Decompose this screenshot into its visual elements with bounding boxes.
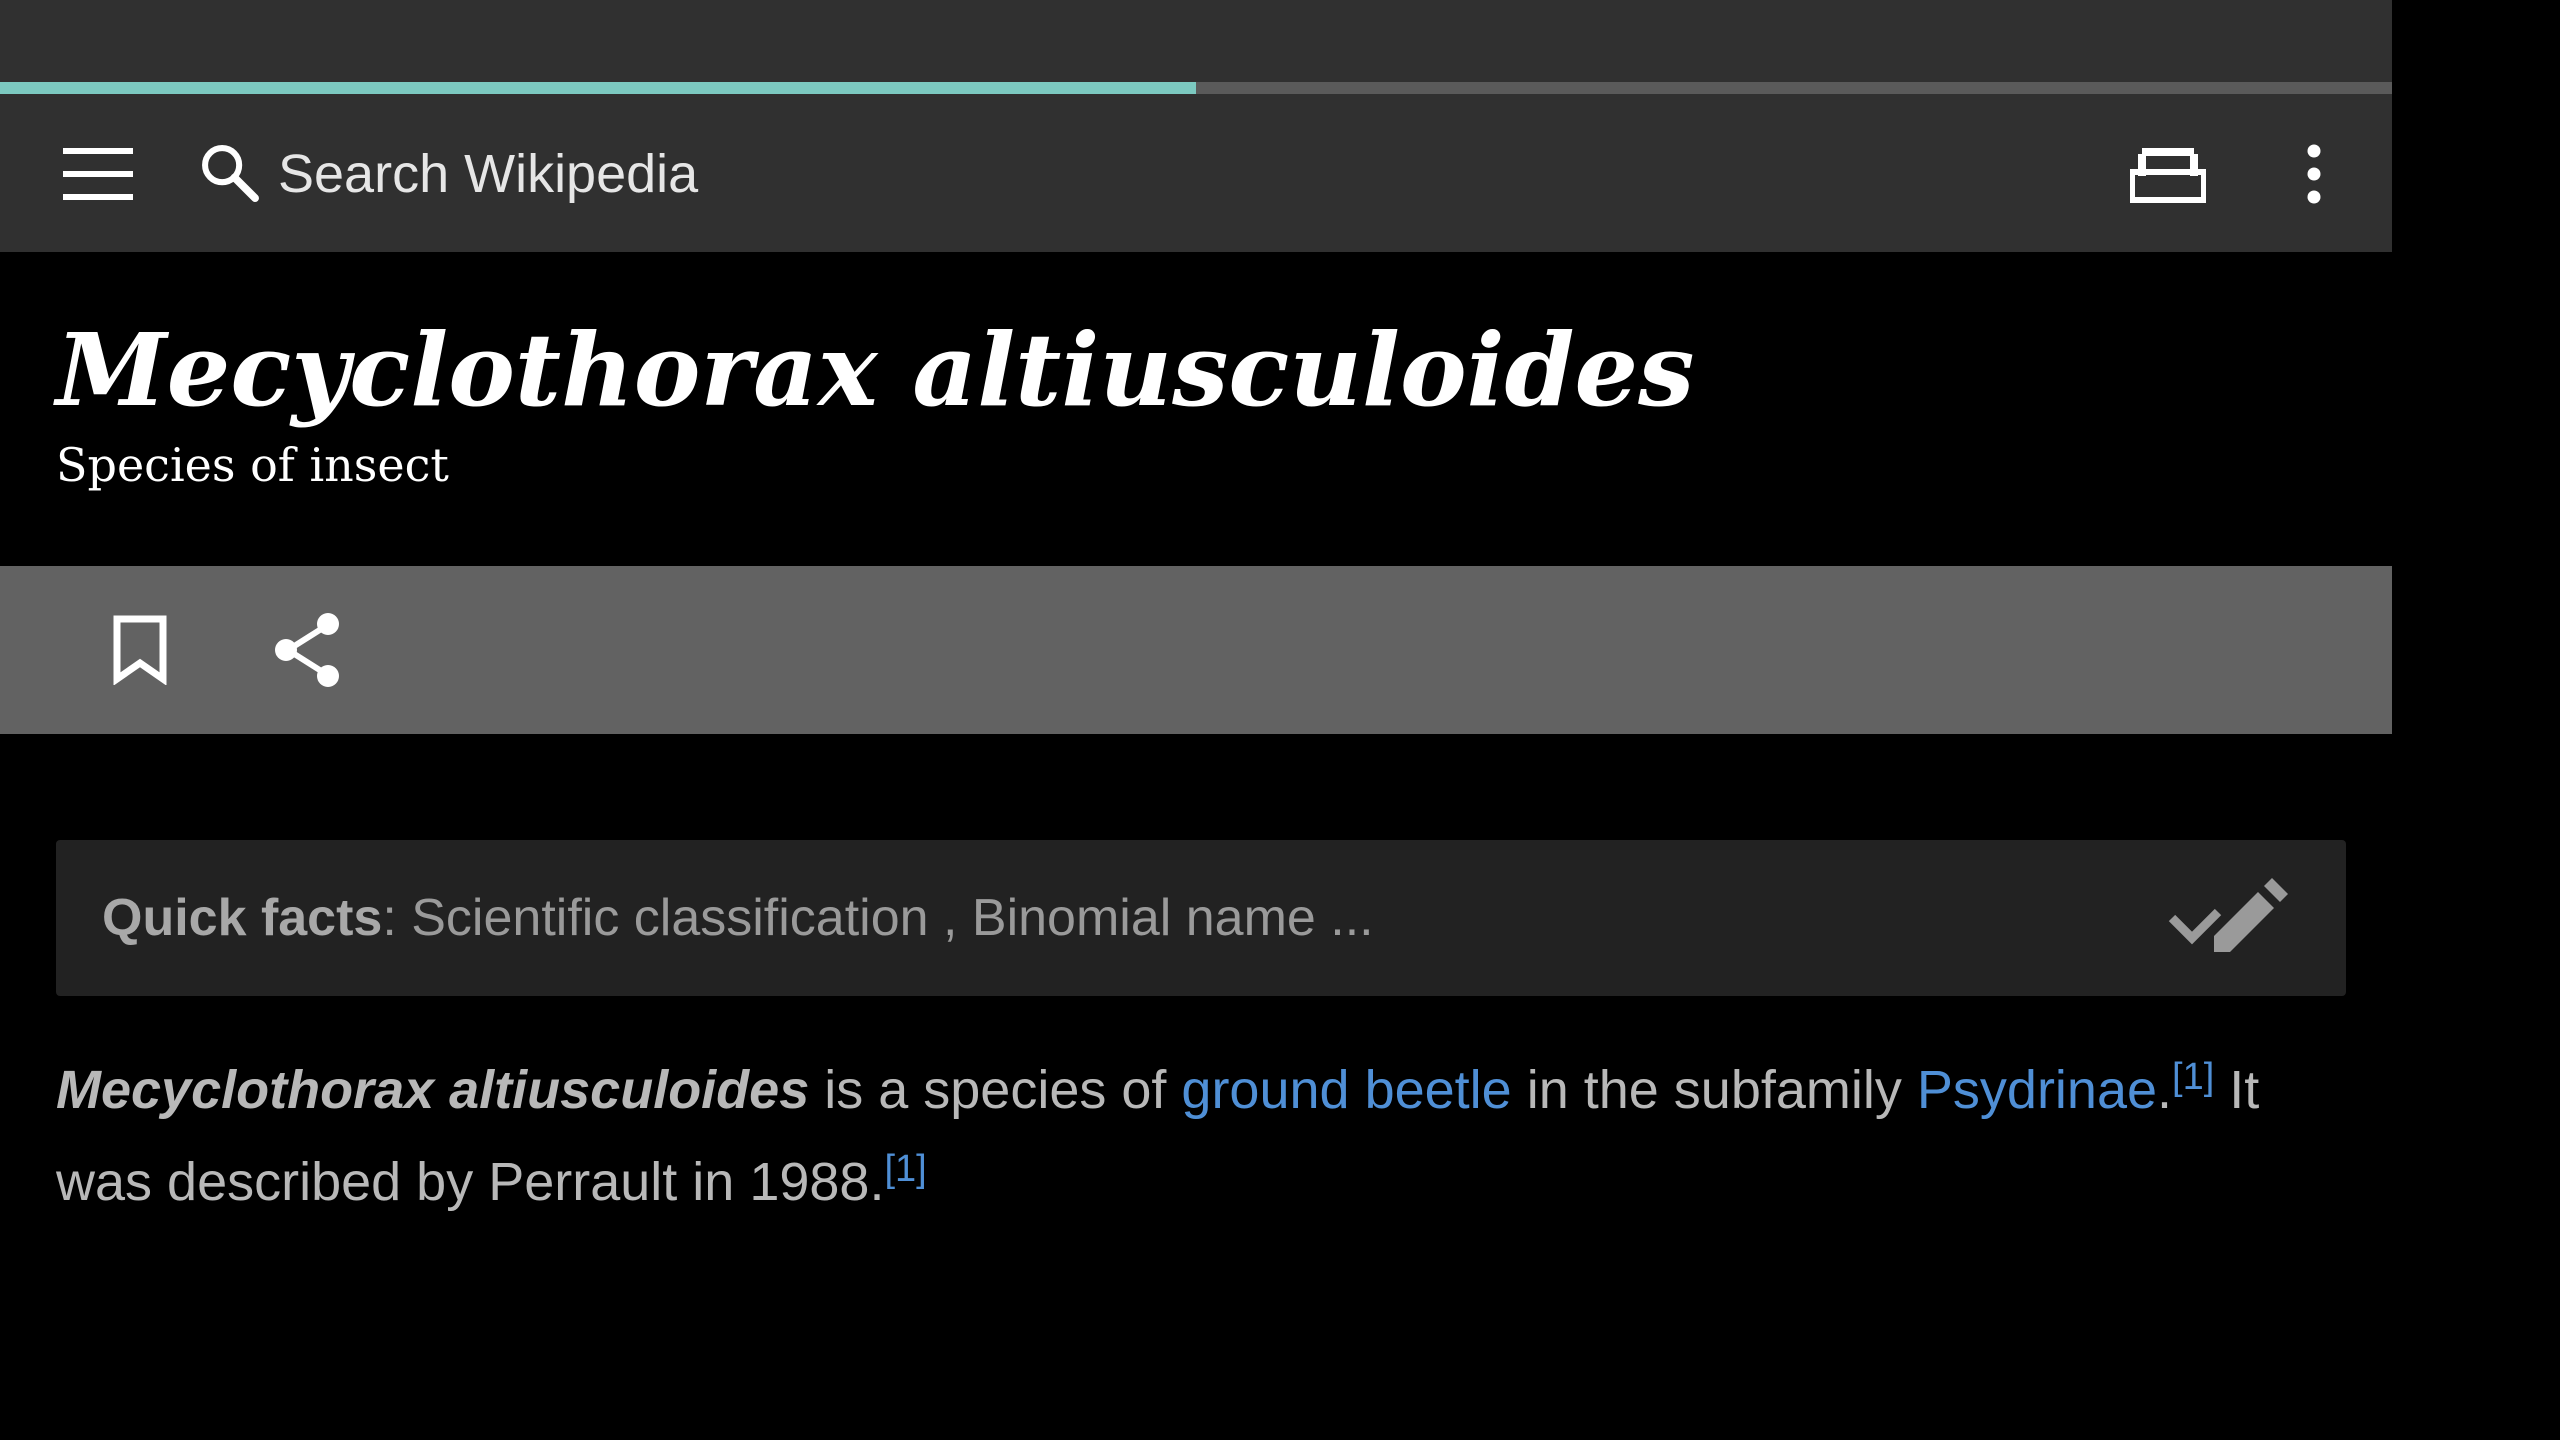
search-icon[interactable] bbox=[196, 139, 262, 210]
search-input[interactable]: Search Wikipedia bbox=[278, 143, 698, 205]
body-text: in the subfamily bbox=[1511, 1060, 1917, 1120]
status-bar bbox=[0, 0, 2392, 82]
bookmark-icon[interactable] bbox=[90, 600, 190, 700]
more-vertical-icon[interactable] bbox=[2264, 124, 2364, 224]
citation-ref-2[interactable]: [1] bbox=[884, 1148, 926, 1190]
quick-facts-text: : Scientific classification , Binomial n… bbox=[382, 889, 1374, 947]
reading-list-icon[interactable] bbox=[2118, 124, 2218, 224]
article-subject: Mecyclothorax altiusculoides bbox=[56, 1060, 810, 1120]
search-bar[interactable]: Search Wikipedia bbox=[196, 124, 698, 224]
quick-facts-label: Quick facts bbox=[102, 889, 383, 947]
quick-facts-summary: Quick facts: Scientific classification ,… bbox=[102, 888, 1374, 948]
top-toolbar: Search Wikipedia bbox=[0, 94, 2392, 252]
page-description: Species of insect bbox=[56, 438, 449, 492]
edit-pencil-icon[interactable] bbox=[2168, 878, 2298, 958]
article-action-bar bbox=[0, 566, 2392, 734]
hamburger-menu-icon[interactable] bbox=[48, 124, 148, 224]
page-title: Mecyclothorax altiusculoides bbox=[56, 311, 1695, 429]
app-window: Search Wikipedia Mecyclothorax altiuscul… bbox=[0, 0, 2392, 1440]
article-paragraph: Mecyclothorax altiusculoides is a specie… bbox=[56, 1044, 2356, 1228]
link-psydrinae[interactable]: Psydrinae bbox=[1917, 1060, 2157, 1120]
right-gutter bbox=[2392, 0, 2560, 1440]
share-icon[interactable] bbox=[258, 600, 358, 700]
page-load-progress bbox=[0, 82, 2392, 94]
article-header: Mecyclothorax altiusculoides Species of … bbox=[56, 310, 2356, 492]
quick-facts-infobox[interactable]: Quick facts: Scientific classification ,… bbox=[56, 840, 2346, 996]
body-text: . bbox=[2157, 1060, 2173, 1120]
progress-fill bbox=[0, 82, 1196, 94]
link-ground-beetle[interactable]: ground beetle bbox=[1181, 1060, 1511, 1120]
body-text: is a species of bbox=[809, 1060, 1182, 1120]
citation-ref-1[interactable]: [1] bbox=[2172, 1056, 2214, 1098]
